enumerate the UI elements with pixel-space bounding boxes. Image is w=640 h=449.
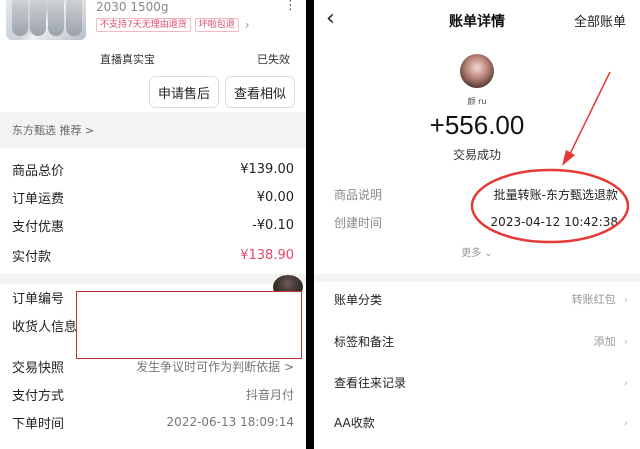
detail-label: 商品说明	[334, 187, 383, 202]
detail-value: 批量转账-东方甄选退款	[493, 187, 618, 202]
all-bills-link[interactable]: 全部账单	[574, 11, 626, 30]
nav-bar: ‹ 账单详情 全部账单	[314, 0, 640, 42]
view-similar-button[interactable]: 查看相似	[225, 76, 295, 108]
summary-row-paid: 实付款 ¥138.90	[12, 244, 294, 266]
list-label: 账单分类	[334, 292, 383, 307]
chevron-right-icon[interactable]: ›	[245, 18, 250, 32]
summary-value: -¥0.10	[252, 217, 294, 233]
info-row-order-time: 下单时间 2022-06-13 18:09:14	[12, 411, 294, 433]
detail-row-description: 商品说明 批量转账-东方甄选退款	[334, 184, 618, 204]
list-label: 标签和备注	[334, 334, 395, 349]
more-toggle[interactable]: 更多 ⌄	[314, 244, 640, 259]
summary-label: 商品总价	[12, 163, 65, 179]
chevron-right-icon: ›	[623, 415, 628, 429]
payment-method: 抖音月付	[245, 387, 294, 402]
info-label: 订单编号	[12, 291, 65, 307]
bill-status: 交易成功	[452, 148, 501, 162]
list-item-category[interactable]: 账单分类 转账红包 ›	[334, 285, 628, 313]
summary-row-total: 商品总价 ¥139.00	[12, 158, 294, 180]
summary-row-discount: 支付优惠 -¥0.10	[12, 214, 294, 236]
list-item-tags[interactable]: 标签和备注 添加 ›	[334, 327, 628, 355]
more-icon[interactable]: ⋮	[284, 0, 297, 13]
info-row-payment: 支付方式 抖音月付	[12, 383, 294, 405]
live-label: 直播真实宝	[100, 53, 155, 66]
bad-refund-tag: 坏啦包退	[194, 18, 239, 32]
bill-detail-panel: ‹ 账单详情 全部账单 颜 ru +556.00 交易成功 商品说明 批量转账-…	[314, 0, 640, 449]
bill-actions-list: 账单分类 转账红包 › 标签和备注 添加 › 查看往来记录 › AA收款 ›	[314, 282, 640, 449]
product-card: 2030 1500g 不支持7天无理由退货 坏啦包退 › ⋮ 直播真实宝 已失效…	[0, 0, 306, 112]
avatar[interactable]	[460, 54, 494, 88]
redaction-box	[76, 291, 302, 359]
order-detail-panel: 2030 1500g 不支持7天无理由退货 坏啦包退 › ⋮ 直播真实宝 已失效…	[0, 0, 306, 449]
snapshot-link[interactable]: 发生争议时可作为判断依据 >	[136, 358, 294, 375]
shop-label: 东方甄选 推荐 >	[12, 124, 95, 137]
detail-label: 创建时间	[334, 215, 383, 230]
detail-value: 2023-04-12 10:42:38	[490, 215, 618, 229]
product-image[interactable]	[6, 0, 86, 40]
summary-row-shipping: 订单运费 ¥0.00	[12, 186, 294, 208]
order-time: 2022-06-13 18:09:14	[166, 415, 294, 429]
list-value: 转账红包	[571, 293, 616, 306]
chevron-right-icon: ›	[623, 335, 628, 348]
chevron-right-icon: ›	[623, 375, 628, 389]
user-name: 颜 ru	[467, 97, 487, 106]
list-label: AA收款	[334, 415, 375, 430]
summary-label: 实付款	[12, 249, 52, 265]
info-label: 支付方式	[12, 388, 65, 404]
price-summary: 商品总价 ¥139.00 订单运费 ¥0.00 支付优惠 -¥0.10 实付款 …	[0, 148, 306, 274]
detail-row-created: 创建时间 2023-04-12 10:42:38	[334, 212, 618, 232]
list-item-aa[interactable]: AA收款 ›	[334, 408, 628, 436]
apply-after-sale-button[interactable]: 申请售后	[149, 76, 219, 108]
no-return-tag: 不支持7天无理由退货	[96, 18, 191, 32]
bill-card: 颜 ru +556.00 交易成功 商品说明 批量转账-东方甄选退款 创建时间 …	[314, 42, 640, 274]
bill-amount: +556.00	[429, 110, 525, 140]
summary-value: ¥0.00	[256, 189, 294, 205]
list-value: 添加	[593, 335, 616, 348]
summary-value-paid: ¥138.90	[240, 247, 294, 263]
info-label: 收货人信息	[12, 319, 78, 335]
expired-status: 已失效	[257, 53, 290, 66]
info-label: 交易快照	[12, 360, 65, 376]
list-item-history[interactable]: 查看往来记录 ›	[334, 368, 628, 396]
list-label: 查看往来记录	[334, 375, 407, 390]
product-spec: 2030 1500g	[96, 0, 169, 14]
summary-label: 订单运费	[12, 191, 65, 207]
summary-label: 支付优惠	[12, 219, 65, 235]
summary-value: ¥139.00	[240, 161, 294, 177]
product-tags: 不支持7天无理由退货 坏啦包退 ›	[96, 18, 250, 32]
chevron-right-icon: ›	[623, 293, 628, 306]
shop-link[interactable]: 东方甄选 推荐 >	[0, 112, 306, 148]
info-label: 下单时间	[12, 416, 65, 432]
